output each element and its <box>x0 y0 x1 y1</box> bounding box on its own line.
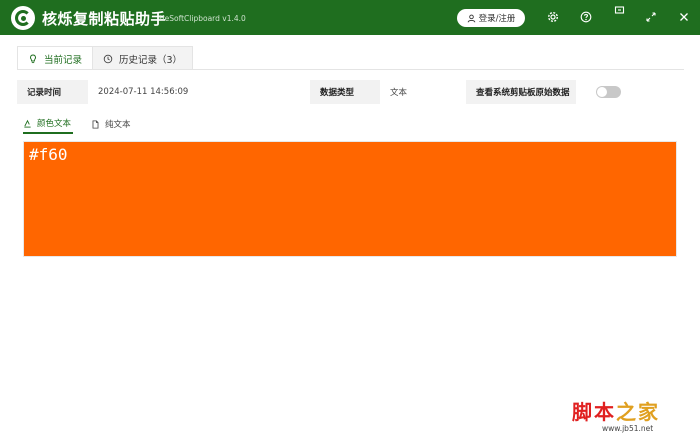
watermark: 脚本之家 www.jb51.net <box>572 396 692 438</box>
palette-icon <box>24 119 31 128</box>
tab-history[interactable]: 历史记录（3） <box>93 46 194 70</box>
watermark-logo: 脚本之家 <box>572 400 660 424</box>
tab-color-text[interactable]: 颜色文本 <box>23 114 74 134</box>
raw-data-cell <box>576 80 684 104</box>
user-icon <box>467 14 475 22</box>
tab-current-record-label: 当前记录 <box>44 54 83 66</box>
file-icon <box>92 119 99 129</box>
record-time-label: 记录时间 <box>17 80 88 104</box>
color-preview: #f60 <box>23 141 677 257</box>
history-icon <box>103 54 113 63</box>
login-label: 登录/注册 <box>478 14 516 24</box>
maximize-icon[interactable] <box>644 10 658 24</box>
app-title: 核烁复制粘贴助手 <box>42 10 167 28</box>
title-bar: 核烁复制粘贴助手 HeSoftClipboard v1.4.0 登录/注册 <box>0 0 700 35</box>
color-preview-text: #f60 <box>29 145 68 164</box>
main-tabs: 当前记录 历史记录（3） <box>17 46 194 70</box>
help-icon[interactable] <box>579 10 593 24</box>
raw-data-toggle[interactable] <box>596 86 621 98</box>
tab-current-record[interactable]: 当前记录 <box>17 46 94 70</box>
tab-plain-text-label: 纯文本 <box>105 120 131 130</box>
record-info-row: 记录时间 2024-07-11 14:56:09 数据类型 文本 查看系统剪贴板… <box>17 80 684 104</box>
tabs-divider <box>17 69 684 70</box>
bulb-icon <box>30 54 36 63</box>
tab-color-text-label: 颜色文本 <box>37 119 72 129</box>
mini-window-icon[interactable] <box>613 4 627 18</box>
raw-data-label: 查看系统剪贴板原始数据 <box>466 80 576 104</box>
tab-history-label: 历史记录（3） <box>119 54 183 66</box>
data-type-value: 文本 <box>380 80 466 104</box>
login-button[interactable]: 登录/注册 <box>457 9 525 27</box>
close-icon[interactable] <box>677 10 691 24</box>
preview-tabs: 颜色文本 纯文本 <box>23 114 133 136</box>
settings-icon[interactable] <box>546 10 560 24</box>
data-type-label: 数据类型 <box>310 80 380 104</box>
record-time-value: 2024-07-11 14:56:09 <box>88 80 310 104</box>
watermark-url: www.jb51.net <box>602 424 654 433</box>
tab-plain-text[interactable]: 纯文本 <box>91 114 133 134</box>
app-version: HeSoftClipboard v1.4.0 <box>159 14 246 23</box>
app-logo-icon <box>11 6 35 30</box>
